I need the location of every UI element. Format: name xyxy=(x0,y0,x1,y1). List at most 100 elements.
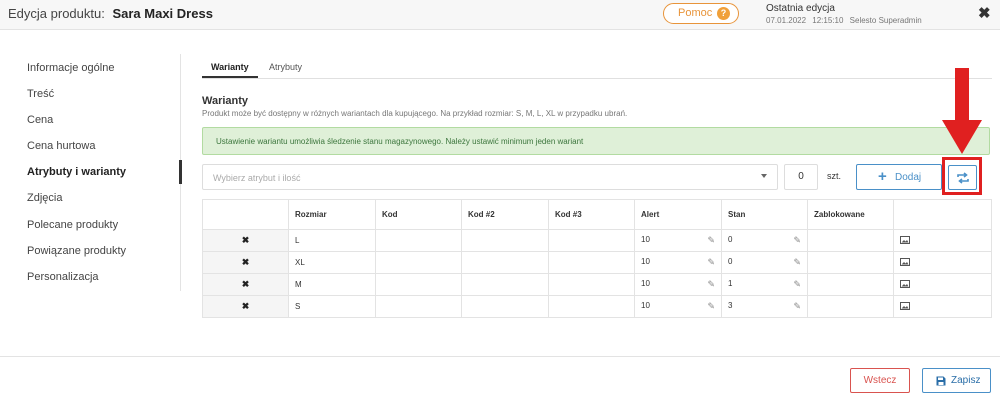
image-icon[interactable] xyxy=(900,301,910,310)
tab-bar: Warianty Atrybuty xyxy=(202,57,992,79)
remove-row-icon[interactable]: ✖ xyxy=(202,251,289,274)
cell-size: XL xyxy=(288,251,376,274)
pencil-icon[interactable]: ✎ xyxy=(793,257,801,268)
table-row: ✖ S 10 ✎ 3 ✎ xyxy=(202,295,992,318)
sidebar-item-related[interactable]: Powiązane produkty xyxy=(27,245,126,257)
col-header-blocked: Zablokowane xyxy=(807,199,894,230)
last-edit-user: Selesto Superadmin xyxy=(849,16,922,25)
cell-size: L xyxy=(288,229,376,252)
cell-blocked[interactable] xyxy=(807,273,894,296)
attribute-select-placeholder: Wybierz atrybut i ilość xyxy=(213,173,301,183)
image-icon[interactable] xyxy=(900,257,910,266)
col-header-alert: Alert xyxy=(634,199,722,230)
pencil-icon[interactable]: ✎ xyxy=(793,279,801,290)
cell-alert[interactable]: 10 ✎ xyxy=(634,273,722,296)
cell-stock[interactable]: 0 ✎ xyxy=(721,251,808,274)
cell-image[interactable] xyxy=(893,273,992,296)
cell-code3[interactable] xyxy=(548,251,635,274)
col-header-code3: Kod #3 xyxy=(548,199,635,230)
col-header-image xyxy=(893,199,992,230)
cell-alert[interactable]: 10 ✎ xyxy=(634,251,722,274)
pencil-icon[interactable]: ✎ xyxy=(793,235,801,246)
cell-image[interactable] xyxy=(893,229,992,252)
save-button[interactable]: Zapisz xyxy=(922,368,991,393)
stock-value: 1 xyxy=(728,279,733,288)
pencil-icon[interactable]: ✎ xyxy=(707,301,715,312)
image-icon[interactable] xyxy=(900,279,910,288)
cell-code[interactable] xyxy=(375,295,462,318)
cell-code3[interactable] xyxy=(548,295,635,318)
title-label: Edycja produktu: xyxy=(8,6,105,21)
alert-value: 10 xyxy=(641,301,650,310)
add-variant-button[interactable]: + Dodaj xyxy=(856,164,942,190)
alert-value: 10 xyxy=(641,257,650,266)
cell-image[interactable] xyxy=(893,295,992,318)
sidebar-item-content[interactable]: Treść xyxy=(27,88,54,100)
tab-variants[interactable]: Warianty xyxy=(211,62,249,72)
cell-blocked[interactable] xyxy=(807,251,894,274)
cell-code2[interactable] xyxy=(461,229,549,252)
last-edit-date: 07.01.2022 xyxy=(766,16,807,25)
pencil-icon[interactable]: ✎ xyxy=(707,257,715,268)
add-variant-label: Dodaj xyxy=(895,172,922,183)
pencil-icon[interactable]: ✎ xyxy=(793,301,801,312)
tab-attributes[interactable]: Atrybuty xyxy=(269,62,302,72)
cell-alert[interactable]: 10 ✎ xyxy=(634,295,722,318)
stock-value: 3 xyxy=(728,301,733,310)
attribute-select[interactable]: Wybierz atrybut i ilość xyxy=(202,164,778,190)
remove-row-icon[interactable]: ✖ xyxy=(202,229,289,252)
cell-alert[interactable]: 10 ✎ xyxy=(634,229,722,252)
section-title: Warianty xyxy=(202,95,249,107)
col-header-code2: Kod #2 xyxy=(461,199,549,230)
cell-code[interactable] xyxy=(375,273,462,296)
close-icon[interactable]: ✖ xyxy=(978,4,991,22)
tab-active-underline xyxy=(202,76,258,78)
pencil-icon[interactable]: ✎ xyxy=(707,279,715,290)
remove-row-icon[interactable]: ✖ xyxy=(202,295,289,318)
sidebar-item-photos[interactable]: Zdjęcia xyxy=(27,192,62,204)
cell-image[interactable] xyxy=(893,251,992,274)
cell-code[interactable] xyxy=(375,251,462,274)
cell-code2[interactable] xyxy=(461,273,549,296)
chevron-down-icon xyxy=(761,174,767,178)
stock-value: 0 xyxy=(728,257,733,266)
cell-code2[interactable] xyxy=(461,295,549,318)
sidebar-item-wholesale-price[interactable]: Cena hurtowa xyxy=(27,140,96,152)
cell-code[interactable] xyxy=(375,229,462,252)
info-alert: Ustawienie wariantu umożliwia śledzenie … xyxy=(202,127,990,155)
help-button-label: Pomoc xyxy=(678,7,713,19)
back-button[interactable]: Wstecz xyxy=(850,368,910,393)
pencil-icon[interactable]: ✎ xyxy=(707,235,715,246)
modal-header: Edycja produktu: Sara Maxi Dress Pomoc ?… xyxy=(0,0,1000,30)
remove-row-icon[interactable]: ✖ xyxy=(202,273,289,296)
plus-icon: + xyxy=(878,168,887,185)
cell-stock[interactable]: 1 ✎ xyxy=(721,273,808,296)
cell-size: S xyxy=(288,295,376,318)
sidebar-item-attributes-variants[interactable]: Atrybuty i warianty xyxy=(27,166,126,178)
cell-blocked[interactable] xyxy=(807,229,894,252)
quantity-unit: szt. xyxy=(827,171,842,181)
sidebar: Informacje ogólne Treść Cena Cena hurtow… xyxy=(0,54,181,291)
last-edit-title: Ostatnia edycja xyxy=(766,3,835,14)
alert-value: 10 xyxy=(641,279,650,288)
floppy-disk-icon xyxy=(936,376,946,386)
cell-size: M xyxy=(288,273,376,296)
sidebar-item-price[interactable]: Cena xyxy=(27,114,53,126)
cell-code3[interactable] xyxy=(548,273,635,296)
alert-value: 10 xyxy=(641,235,650,244)
sidebar-item-general-info[interactable]: Informacje ogólne xyxy=(27,62,114,74)
section-description: Produkt może być dostępny w różnych wari… xyxy=(202,109,628,118)
sidebar-item-personalization[interactable]: Personalizacja xyxy=(27,271,99,283)
col-header-size: Rozmiar xyxy=(288,199,376,230)
cell-blocked[interactable] xyxy=(807,295,894,318)
cell-code3[interactable] xyxy=(548,229,635,252)
cell-stock[interactable]: 3 ✎ xyxy=(721,295,808,318)
image-icon[interactable] xyxy=(900,235,910,244)
col-header-remove xyxy=(202,199,289,230)
quantity-input[interactable]: 0 xyxy=(784,164,818,190)
cell-code2[interactable] xyxy=(461,251,549,274)
help-button[interactable]: Pomoc ? xyxy=(663,3,739,24)
cell-stock[interactable]: 0 ✎ xyxy=(721,229,808,252)
sidebar-item-recommended[interactable]: Polecane produkty xyxy=(27,219,118,231)
last-edit-info: Ostatnia edycja 07.01.2022 12:15:10 Sele… xyxy=(766,3,926,25)
